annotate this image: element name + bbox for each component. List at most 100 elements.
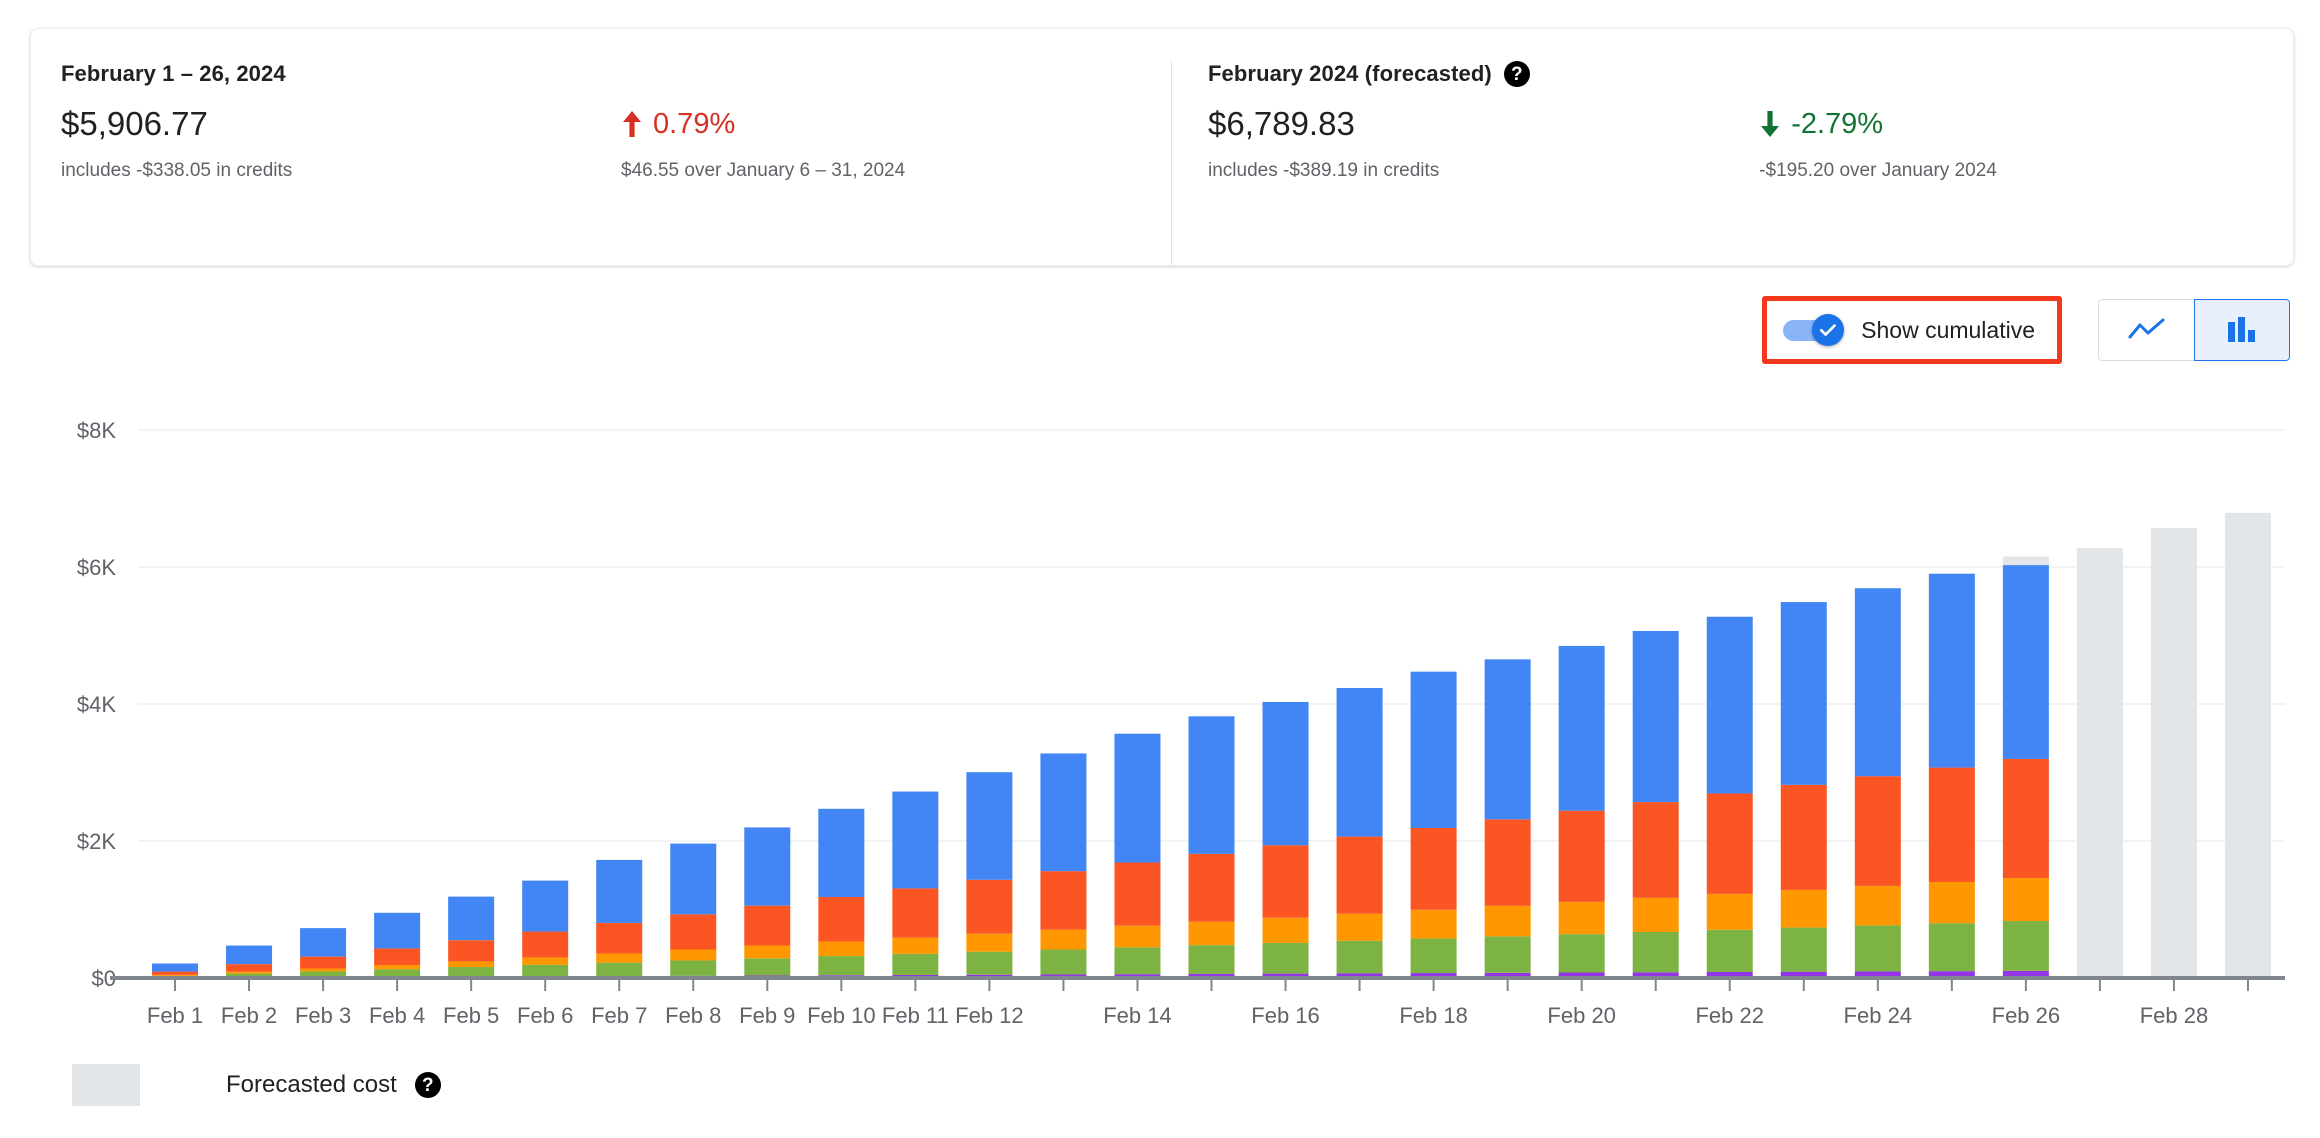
bar-chart-button[interactable]	[2194, 299, 2290, 361]
bar-segment[interactable]	[1928, 881, 1975, 924]
bar-segment[interactable]	[226, 945, 273, 965]
bar-segment[interactable]	[1336, 687, 1383, 837]
bar-segment[interactable]	[818, 941, 865, 957]
bar-segment[interactable]	[1410, 909, 1457, 939]
bar-segment[interactable]	[1484, 819, 1531, 906]
bar-segment[interactable]	[596, 859, 643, 923]
bar-segment[interactable]	[744, 827, 791, 906]
bar-segment[interactable]	[1336, 836, 1383, 914]
bar-segment[interactable]	[1114, 733, 1161, 863]
bar-segment[interactable]	[670, 960, 717, 976]
bar-segment[interactable]	[1632, 897, 1679, 932]
bar-segment[interactable]	[1040, 929, 1087, 950]
show-cumulative-switch[interactable]	[1783, 314, 1845, 346]
bar-segment[interactable]	[818, 808, 865, 898]
chart-canvas[interactable]: $0$2K$4K$6K$8KFeb 1 Feb 2 Feb 3 Feb 4 Feb 5F…	[0, 400, 2320, 1040]
bar-segment[interactable]	[892, 791, 939, 889]
bar-segment[interactable]	[892, 937, 939, 954]
bar-segment[interactable]	[1854, 776, 1901, 886]
bar-segment[interactable]	[1410, 671, 1457, 828]
bar-segment[interactable]	[1928, 573, 1975, 768]
bar-segment[interactable]	[1262, 845, 1309, 918]
bar-segment[interactable]	[1410, 827, 1457, 910]
bar-segment[interactable]	[1706, 929, 1753, 972]
bar-segment[interactable]	[1188, 716, 1235, 854]
bar-segment[interactable]	[1040, 949, 1087, 975]
bar-segment[interactable]	[670, 914, 717, 950]
bar-segment[interactable]	[596, 922, 643, 954]
bar-segment[interactable]	[892, 888, 939, 938]
bar-segment[interactable]	[152, 971, 199, 975]
bar-segment[interactable]	[1262, 701, 1309, 846]
bar-segment[interactable]	[966, 951, 1013, 975]
help-circle-icon[interactable]: ?	[1503, 61, 1530, 87]
bar-segment[interactable]	[1114, 925, 1161, 948]
bar-segment[interactable]	[448, 896, 495, 941]
bar-segment[interactable]	[744, 958, 791, 976]
help-circle-icon[interactable]: ?	[414, 1072, 441, 1098]
bar-segment[interactable]	[1558, 645, 1605, 811]
bar-segment[interactable]	[596, 953, 643, 963]
bar-segment[interactable]	[818, 956, 865, 976]
bar-segment[interactable]	[1780, 784, 1827, 890]
bar-segment[interactable]	[966, 772, 1013, 880]
bar-segment[interactable]	[522, 964, 569, 977]
bar-segment[interactable]	[2076, 548, 2123, 978]
bar-segment[interactable]	[1706, 793, 1753, 894]
bar-segment[interactable]	[374, 912, 421, 949]
bar-segment[interactable]	[1114, 862, 1161, 926]
bar-segment[interactable]	[818, 897, 865, 942]
bar-segment[interactable]	[522, 880, 569, 932]
bar-segment[interactable]	[1780, 927, 1827, 972]
bar-segment[interactable]	[152, 963, 199, 972]
bar-segment[interactable]	[448, 967, 495, 977]
bar-segment[interactable]	[1706, 893, 1753, 930]
bar-segment[interactable]	[1188, 921, 1235, 946]
bar-segment[interactable]	[1040, 753, 1087, 872]
bar-segment[interactable]	[892, 953, 939, 975]
bar-segment[interactable]	[1188, 853, 1235, 922]
bar-segment[interactable]	[1336, 913, 1383, 941]
bar-segment[interactable]	[1188, 945, 1235, 974]
bar-segment[interactable]	[1632, 802, 1679, 898]
bar-segment[interactable]	[2150, 527, 2197, 978]
bar-segment[interactable]	[2002, 877, 2049, 922]
bar-segment[interactable]	[966, 933, 1013, 952]
bar-segment[interactable]	[1854, 885, 1901, 926]
bar-segment[interactable]	[1558, 934, 1605, 973]
bar-segment[interactable]	[2224, 512, 2271, 978]
bar-segment[interactable]	[300, 956, 347, 969]
bar-segment[interactable]	[1854, 925, 1901, 972]
bar-segment[interactable]	[966, 879, 1013, 934]
bar-segment[interactable]	[522, 931, 569, 958]
bar-segment[interactable]	[2002, 556, 2049, 566]
bar-segment[interactable]	[670, 949, 717, 961]
bar-segment[interactable]	[2002, 921, 2049, 971]
bar-segment[interactable]	[1928, 767, 1975, 882]
bar-segment[interactable]	[1632, 630, 1679, 803]
bar-segment[interactable]	[374, 948, 421, 965]
bar-segment[interactable]	[1262, 917, 1309, 943]
bar-segment[interactable]	[374, 969, 421, 977]
bar-segment[interactable]	[1780, 602, 1827, 785]
bar-segment[interactable]	[1928, 923, 1975, 972]
bar-segment[interactable]	[1706, 616, 1753, 794]
bar-segment[interactable]	[2002, 758, 2049, 878]
bar-segment[interactable]	[300, 968, 347, 972]
bar-segment[interactable]	[300, 928, 347, 957]
bar-segment[interactable]	[522, 957, 569, 965]
bar-segment[interactable]	[152, 974, 199, 976]
bar-segment[interactable]	[374, 964, 421, 970]
bar-segment[interactable]	[1484, 936, 1531, 973]
bar-segment[interactable]	[1484, 659, 1531, 820]
bar-segment[interactable]	[1558, 810, 1605, 902]
bar-segment[interactable]	[670, 843, 717, 915]
bar-segment[interactable]	[448, 961, 495, 968]
bar-segment[interactable]	[744, 905, 791, 946]
bar-segment[interactable]	[1114, 947, 1161, 975]
line-chart-button[interactable]	[2098, 299, 2194, 361]
bar-segment[interactable]	[448, 940, 495, 962]
bar-segment[interactable]	[1336, 940, 1383, 974]
bar-segment[interactable]	[744, 945, 791, 959]
bar-segment[interactable]	[1632, 931, 1679, 973]
